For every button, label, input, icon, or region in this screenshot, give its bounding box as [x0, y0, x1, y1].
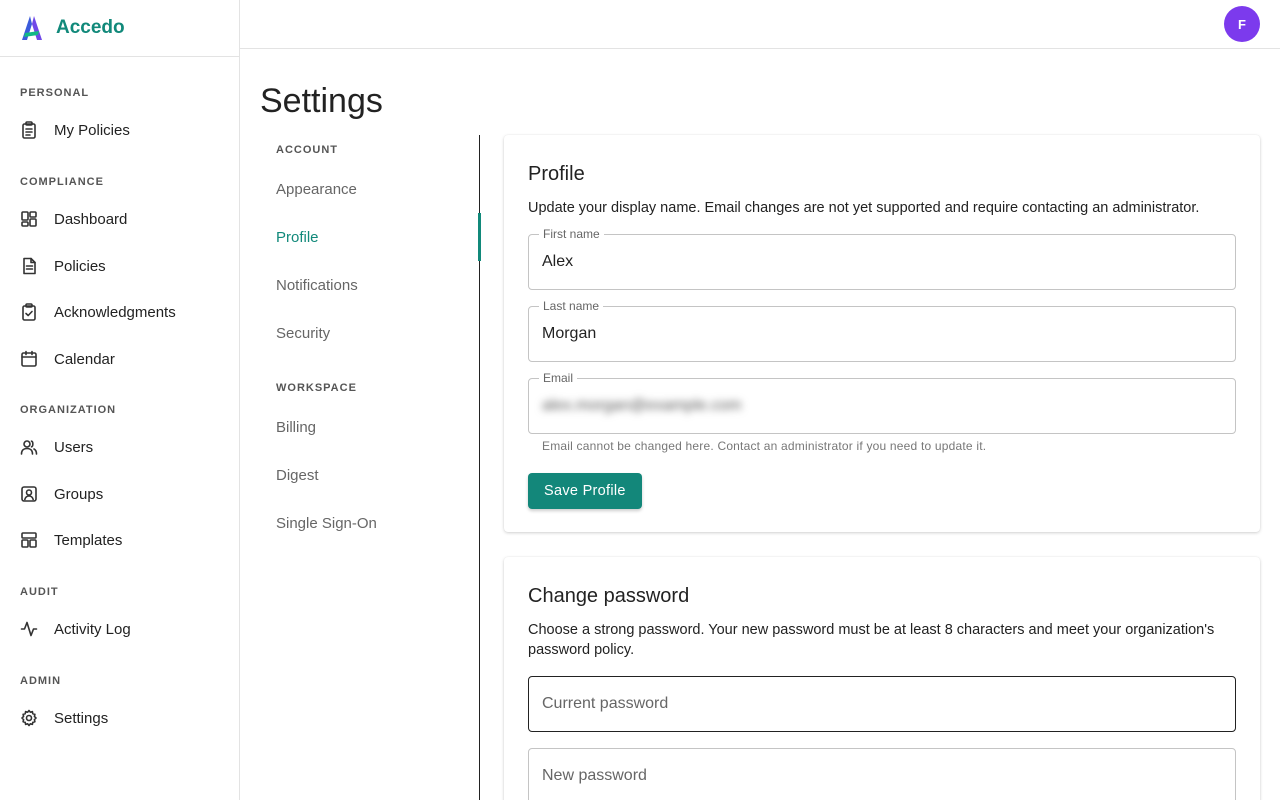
sidebar-item-label: Dashboard: [54, 210, 128, 228]
sidebar-item-my-policies[interactable]: My Policies: [20, 118, 130, 142]
new-password-input[interactable]: [542, 749, 1222, 800]
first-name-field[interactable]: First name: [528, 227, 1236, 290]
sidebar-item-users[interactable]: Users: [20, 435, 93, 459]
document-icon: [23, 257, 36, 275]
template-icon: [21, 532, 37, 548]
nav-section-admin: ADMIN: [20, 675, 62, 687]
avatar[interactable]: F: [1224, 6, 1260, 42]
sidebar-item-label: Users: [54, 438, 94, 456]
sidebar-item-dashboard[interactable]: Dashboard: [20, 207, 127, 231]
sidebar-item-label: Policies: [54, 257, 106, 275]
calendar-icon: [21, 350, 37, 367]
change-password-title: Change password: [528, 585, 690, 607]
sidebar-item-label: Settings: [54, 709, 109, 727]
profile-card: Profile Update your display name. Email …: [504, 135, 1260, 532]
change-password-description: Choose a strong password. Your new passw…: [528, 622, 1215, 658]
dashboard-icon: [21, 211, 37, 227]
email-field[interactable]: Email: [528, 371, 1236, 434]
current-password-input[interactable]: [542, 677, 1222, 731]
nav-section-audit: AUDIT: [20, 586, 59, 598]
settings-nav: ACCOUNT Appearance Profile Notifications…: [260, 135, 481, 800]
settings-nav-billing[interactable]: Billing: [276, 419, 316, 436]
change-password-card: Change password Choose a strong password…: [504, 557, 1260, 800]
sidebar-item-calendar[interactable]: Calendar: [20, 347, 115, 371]
profile-description: Update your display name. Email changes …: [528, 200, 1200, 216]
active-tab-indicator: [478, 213, 481, 261]
sidebar-item-settings[interactable]: Settings: [20, 706, 108, 730]
sidebar-item-label: Activity Log: [54, 620, 131, 638]
accedo-logo-icon: [22, 16, 42, 40]
clipboard-check-icon: [22, 303, 36, 321]
email-input[interactable]: [542, 379, 1222, 433]
settings-section-account: ACCOUNT: [276, 144, 338, 156]
sidebar: Accedo PERSONAL My Policies COMPLIANCE D…: [0, 0, 240, 800]
users-icon: [20, 440, 38, 455]
new-password-field[interactable]: [528, 748, 1236, 800]
nav-section-personal: PERSONAL: [20, 87, 90, 99]
sidebar-item-policies[interactable]: Policies: [20, 254, 106, 278]
settings-nav-digest[interactable]: Digest: [276, 467, 319, 484]
nav-section-organization: ORGANIZATION: [20, 404, 117, 416]
gear-icon: [21, 709, 37, 727]
settings-nav-security[interactable]: Security: [276, 325, 330, 342]
nav-section-compliance: COMPLIANCE: [20, 176, 104, 188]
brand[interactable]: Accedo: [0, 0, 239, 57]
settings-nav-profile[interactable]: Profile: [276, 229, 319, 246]
sidebar-item-label: Templates: [54, 531, 123, 549]
last-name-field[interactable]: Last name: [528, 299, 1236, 362]
sidebar-item-label: Groups: [54, 485, 104, 503]
sidebar-item-acknowledgments[interactable]: Acknowledgments: [20, 300, 176, 324]
settings-section-workspace: WORKSPACE: [276, 382, 357, 394]
clipboard-icon: [22, 121, 36, 139]
email-helper-text: Email cannot be changed here. Contact an…: [542, 439, 987, 453]
brand-name: Accedo: [56, 17, 125, 38]
sidebar-item-groups[interactable]: Groups: [20, 482, 103, 506]
group-icon: [21, 486, 37, 502]
topbar: F: [240, 0, 1280, 49]
last-name-input[interactable]: [542, 307, 1222, 361]
settings-nav-notifications[interactable]: Notifications: [276, 277, 358, 294]
current-password-field[interactable]: [528, 676, 1236, 732]
sidebar-item-activity-log[interactable]: Activity Log: [20, 617, 131, 641]
sidebar-item-label: Acknowledgments: [54, 303, 176, 321]
sidebar-item-label: My Policies: [54, 121, 130, 139]
activity-icon: [20, 621, 38, 637]
first-name-input[interactable]: [542, 235, 1222, 289]
sidebar-item-label: Calendar: [54, 350, 115, 368]
settings-nav-single-sign-on[interactable]: Single Sign-On: [276, 515, 377, 532]
page-title: Settings: [260, 82, 383, 120]
sidebar-item-templates[interactable]: Templates: [20, 528, 122, 552]
profile-title: Profile: [528, 163, 585, 185]
save-profile-button[interactable]: Save Profile: [528, 473, 642, 509]
settings-nav-appearance[interactable]: Appearance: [276, 181, 357, 198]
